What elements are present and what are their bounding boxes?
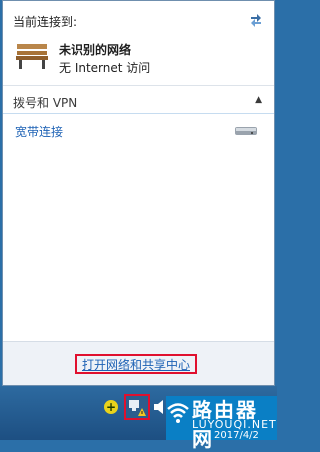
connection-broadband[interactable]: 宽带连接: [15, 123, 63, 140]
chevron-up-icon[interactable]: ▲: [255, 95, 262, 105]
network-item[interactable]: 未识别的网络 无 Internet 访问: [15, 39, 265, 79]
section-divider: [3, 113, 274, 114]
section-header: 拨号和 VPN: [13, 96, 78, 110]
network-status: 无 Internet 访问: [59, 61, 151, 75]
wifi-logo-icon: [167, 403, 189, 423]
taskbar-date: 2017/4/2: [214, 430, 259, 441]
action-center-plus-icon[interactable]: +: [104, 400, 118, 414]
network-flyout: 当前连接到: 未识别的网络 无 Internet 访问 拨号和 VPN ▲ 宽带…: [2, 0, 275, 386]
modem-icon: [235, 127, 257, 135]
network-name: 未识别的网络: [59, 43, 132, 57]
flyout-footer: 打开网络和共享中心: [3, 341, 274, 385]
currently-connected-label: 当前连接到:: [13, 15, 78, 29]
divider: [3, 85, 274, 86]
refresh-icon[interactable]: [248, 11, 264, 27]
bench-icon: [16, 44, 48, 69]
network-tray-icon[interactable]: [124, 394, 150, 420]
open-network-center-link[interactable]: 打开网络和共享中心: [75, 354, 197, 374]
speaker-icon[interactable]: [154, 400, 164, 414]
